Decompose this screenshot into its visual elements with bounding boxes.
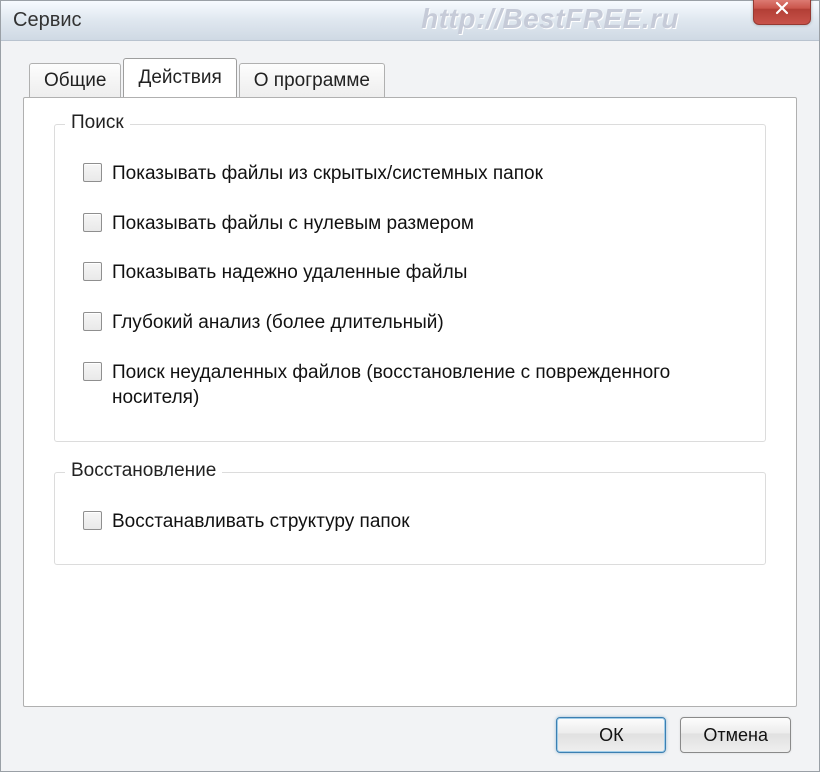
checkbox-label: Показывать файлы с нулевым размером [112,211,474,237]
checkbox-non-deleted[interactable] [83,362,102,381]
watermark-text: http://BestFREE.ru [421,3,679,35]
group-restore-title: Восстановление [65,460,222,482]
check-row-deep-scan: Глубокий анализ (более длительный) [83,310,743,336]
titlebar: Сервис http://BestFREE.ru [1,1,819,41]
client-area: Общие Действия О программе Поиск Показыв… [1,41,819,771]
tab-panel-actions: Поиск Показывать файлы из скрытых/систем… [23,97,797,707]
ok-button[interactable]: ОК [556,717,666,753]
checkbox-hidden-system[interactable] [83,163,102,182]
checkbox-secure-deleted[interactable] [83,262,102,281]
checkbox-label: Глубокий анализ (более длительный) [112,310,444,336]
checkbox-deep-scan[interactable] [83,312,102,331]
group-search: Поиск Показывать файлы из скрытых/систем… [54,124,766,442]
close-button[interactable] [753,0,811,25]
checkbox-label: Показывать надежно удаленные файлы [112,260,467,286]
window-frame: Сервис http://BestFREE.ru Общие Действия… [0,0,820,772]
cancel-button[interactable]: Отмена [680,717,791,753]
dialog-buttons: ОК Отмена [556,717,791,753]
check-row-folder-structure: Восстанавливать структуру папок [83,509,743,535]
check-row-secure-deleted: Показывать надежно удаленные файлы [83,260,743,286]
tab-about[interactable]: О программе [239,63,385,98]
check-row-zero-size: Показывать файлы с нулевым размером [83,211,743,237]
group-restore: Восстановление Восстанавливать структуру… [54,472,766,566]
check-row-hidden-system: Показывать файлы из скрытых/системных па… [83,161,743,187]
close-icon [774,0,790,21]
checkbox-label: Показывать файлы из скрытых/системных па… [112,161,543,187]
tab-row: Общие Действия О программе [29,59,797,97]
checkbox-folder-structure[interactable] [83,511,102,530]
check-row-non-deleted: Поиск неудаленных файлов (восстановление… [83,360,743,411]
tab-actions[interactable]: Действия [123,58,236,97]
checkbox-label: Поиск неудаленных файлов (восстановление… [112,360,672,411]
group-search-title: Поиск [65,112,130,134]
window-title: Сервис [13,9,82,32]
checkbox-zero-size[interactable] [83,213,102,232]
checkbox-label: Восстанавливать структуру папок [112,509,410,535]
tab-general[interactable]: Общие [29,63,121,98]
